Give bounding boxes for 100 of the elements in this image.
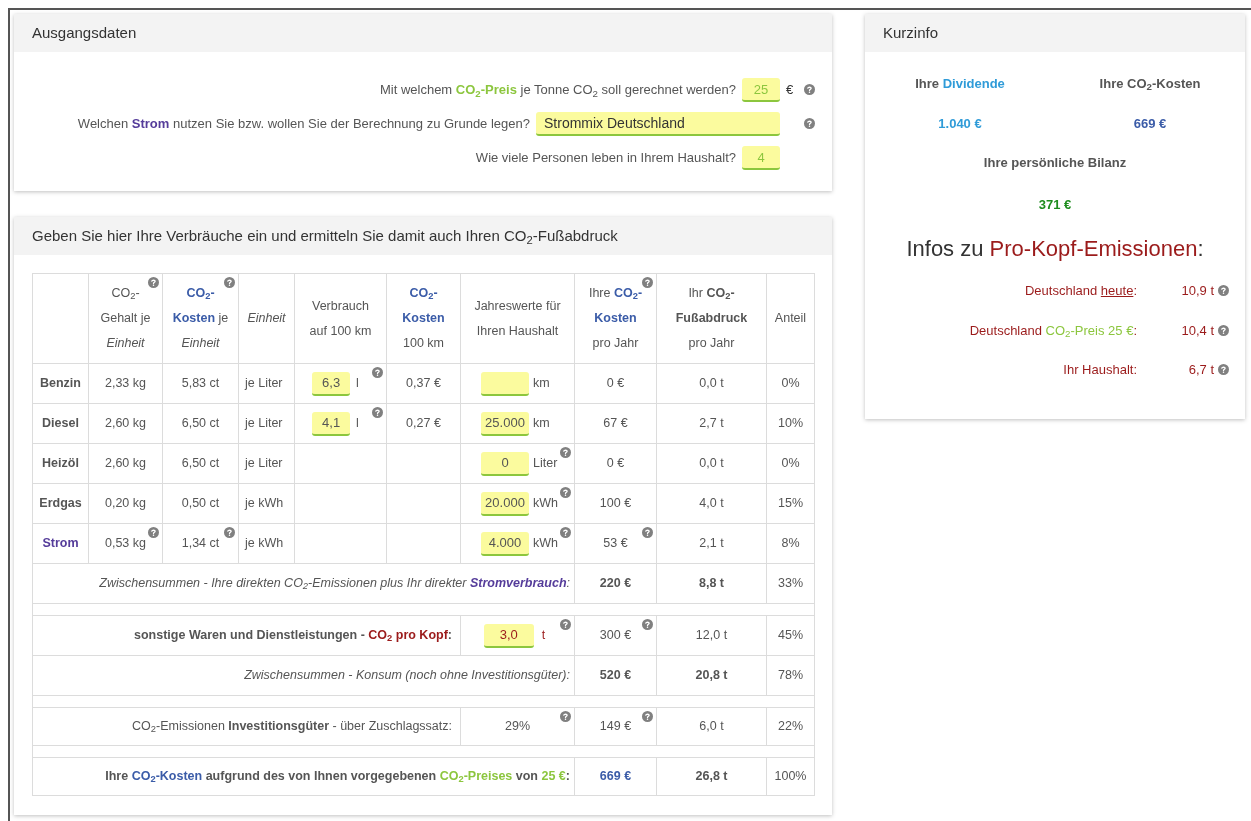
annual-value-input[interactable]: 0 [481,451,529,476]
stat-value: 1.040 € [938,114,982,133]
balance-value: 371 € [1038,195,1072,214]
help-icon[interactable] [148,527,159,538]
stat-value: 669 € [1133,114,1167,133]
cost-per-unit: 1,34 ct [181,536,220,551]
annual-value-input[interactable]: 4.000 [481,531,529,556]
annual-value-input[interactable]: 20.000 [481,491,529,516]
cost-per-unit: 5,83 ct [181,376,220,391]
help-icon[interactable] [804,84,815,95]
cost-per-100km: 0,37 € [406,376,441,391]
share: 22% [778,719,803,734]
share: 100% [774,769,807,784]
emission-value: 6,7 t [1188,361,1214,379]
help-icon[interactable] [642,527,653,538]
help-icon[interactable] [560,487,571,498]
total-label: Ihre CO$_{2}$-Kosten aufgrund des von Ihnen vorgegebenen CO$_{2}$-Preises von 25 €: [105,769,570,784]
share: 10% [778,416,803,431]
fuel-name: Strom [42,536,79,551]
investment-label: CO$_{2}$-Emissionen Investitionsgüter - über Zuschlagssatz: [132,719,452,734]
annual-cost: 0 € [606,456,625,471]
help-icon[interactable] [560,711,571,722]
share: 0% [781,376,800,391]
unit-label: je Liter [245,376,283,391]
share: 8% [781,536,800,551]
help-icon[interactable] [560,619,571,630]
fuel-name: Benzin [40,376,81,391]
unit-label: t [541,627,546,645]
fuel-name: Diesel [42,416,79,431]
help-icon[interactable] [560,447,571,458]
share: 33% [778,576,803,591]
help-icon[interactable] [804,118,815,129]
per-capita-input[interactable]: 3,0 [483,623,534,648]
column-header: CO$_{2}$- Gehalt je Einheit [100,285,151,352]
unit-label: kWh [533,535,558,553]
unit-label: km [533,415,550,433]
unit-label: l [356,375,359,393]
unit-label: € [786,82,794,98]
footprint: 12,0 t [695,628,728,643]
annual-cost: 220 € [599,576,632,591]
consumption-input[interactable]: 6,3 [312,371,351,396]
emission-label: Deutschland CO$_{2}$-Preis 25 €: [968,321,1137,340]
consumption-input[interactable]: 4,1 [312,411,351,436]
annual-value-input[interactable] [481,371,529,396]
footprint: 4,0 t [699,496,724,511]
column-header: Einheit [247,310,286,327]
panel-title: Geben Sie hier Ihre Verbräuche ein und ermitteln Sie damit auch Ihren CO$_{2}$-Fußabdruck [32,225,618,248]
annual-cost: 100 € [599,496,632,511]
footprint: 2,1 t [699,536,724,551]
help-icon[interactable] [642,619,653,630]
balance-label: Ihre persönliche Bilanz [983,154,1127,172]
footprint: 8,8 t [699,576,724,591]
cost-per-unit: 6,50 ct [181,456,220,471]
subtotal-label: Zwischensummen - Ihre direkten CO$_{2}$-Emissionen plus Ihr direkter Stromverbrauch: [99,576,570,591]
annual-cost: 520 € [599,668,632,683]
cost-per-unit: 6,50 ct [181,416,220,431]
help-icon[interactable] [224,527,235,538]
question-label: Welchen Strom nutzen Sie bzw. wollen Sie der Berechnung zu Grunde legen? [77,115,530,134]
annual-cost: 149 € [599,719,632,734]
share: 45% [778,628,803,643]
fuel-name: Erdgas [39,496,82,511]
question-label: Mit welchem CO$_{2}$-Preis je Tonne CO$_{2}$ soll gerechnet werden? [379,81,736,100]
help-icon[interactable] [1218,285,1229,297]
help-icon[interactable] [148,277,159,288]
help-icon[interactable] [642,277,653,288]
goods-label: sonstige Waren und Dienstleistungen - CO$_{2}$ pro Kopf: [134,628,452,643]
annual-cost: 669 € [599,769,632,784]
co2-content: 2,33 kg [105,376,146,391]
help-icon[interactable] [372,367,383,378]
stat-label: Ihre CO$_{2}$-Kosten [1099,75,1201,94]
footprint: 0,0 t [699,456,724,471]
column-header: CO$_{2}$- Kosten je Einheit [172,285,229,352]
cost-per-unit: 0,50 ct [181,496,220,511]
annual-cost: 300 € [599,628,632,643]
help-icon[interactable] [560,527,571,538]
help-icon[interactable] [642,711,653,722]
unit-label: je Liter [245,416,283,431]
unit-label: je kWh [245,496,284,511]
unit-label: Liter [533,455,558,473]
stat-label: Ihre Dividende [915,75,1005,93]
panel-header: Ausgangsdaten [14,14,832,52]
column-header: Ihr CO$_{2}$- Fußabdruck pro Jahr [675,285,748,352]
co2-content: 0,53 kg [105,536,146,551]
footprint: 6,0 t [699,719,724,734]
annual-value-input[interactable]: 25.000 [481,411,529,436]
footprint: 20,8 t [695,668,728,683]
unit-label: l [356,415,359,433]
co2-content: 0,20 kg [105,496,146,511]
cost-per-100km: 0,27 € [406,416,441,431]
help-icon[interactable] [1218,324,1229,336]
unit-label: je Liter [245,456,283,471]
panel-header: Kurzinfo [865,14,1245,52]
help-icon[interactable] [372,407,383,418]
electricity-select[interactable]: Strommix Deutschland [536,112,780,136]
share: 15% [778,496,803,511]
subtotal-label: Zwischensummen - Konsum (noch ohne Investitionsgüter): [244,668,570,683]
help-icon[interactable] [224,277,235,288]
co2-content: 2,60 kg [105,416,146,431]
help-icon[interactable] [1218,364,1229,376]
emission-value: 10,4 t [1181,321,1214,340]
